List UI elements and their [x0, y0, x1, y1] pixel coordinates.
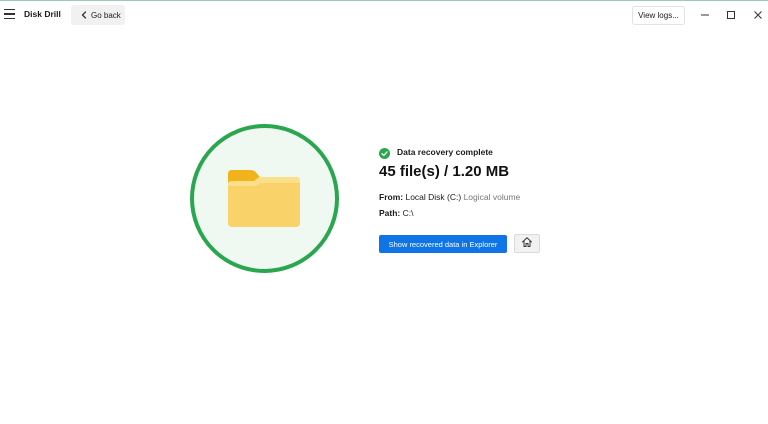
path-label: Path: [379, 208, 401, 218]
check-circle-icon [379, 146, 390, 159]
from-label: From: [379, 192, 404, 202]
go-back-label: Go back [91, 10, 121, 20]
minimize-icon[interactable] [695, 5, 715, 25]
maximize-icon[interactable] [721, 5, 741, 25]
app-title: Disk Drill [24, 9, 61, 19]
app-window: Disk Drill Go back View logs... Data rec… [0, 0, 768, 424]
recovery-status: Data recovery complete [379, 146, 493, 159]
from-detail: Logical volume [463, 192, 521, 202]
from-value: Local Disk (C:) [405, 192, 462, 202]
view-logs-button[interactable]: View logs... [632, 6, 685, 25]
source-info: From: Local Disk (C:) Logical volume [379, 192, 520, 202]
path-info: Path: C:\ [379, 208, 414, 218]
home-icon [521, 235, 533, 253]
hamburger-menu-icon[interactable] [4, 7, 18, 21]
recovered-summary: 45 file(s) / 1.20 MB [379, 163, 510, 180]
show-in-explorer-button[interactable]: Show recovered data in Explorer [379, 235, 507, 253]
folder-icon [226, 168, 302, 228]
title-bar: Disk Drill Go back View logs... [0, 1, 768, 28]
go-back-button[interactable]: Go back [71, 5, 125, 25]
status-text: Data recovery complete [397, 146, 493, 157]
path-value: C:\ [402, 208, 414, 218]
home-button[interactable] [514, 234, 540, 253]
close-icon[interactable] [748, 5, 768, 25]
chevron-left-icon [79, 10, 89, 20]
